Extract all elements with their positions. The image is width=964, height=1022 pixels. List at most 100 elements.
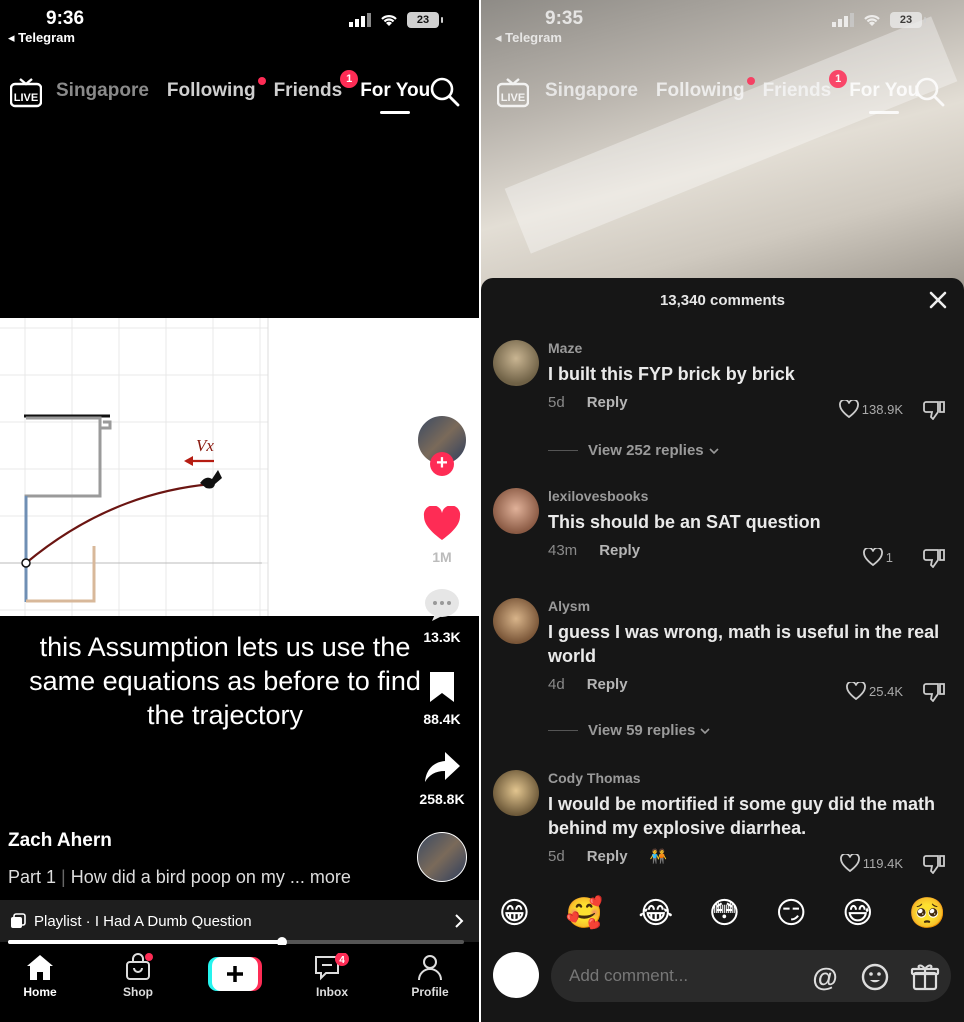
create-button[interactable] xyxy=(208,957,262,991)
share-button[interactable]: 258.8K xyxy=(410,750,474,807)
back-to-app-link[interactable]: ◂ Telegram xyxy=(495,30,562,46)
comment-text: I would be mortified if some guy did the… xyxy=(548,794,936,838)
comment-text: I built this FYP brick by brick xyxy=(548,364,795,384)
live-icon[interactable]: LIVE xyxy=(10,78,42,108)
tab-following[interactable]: Following xyxy=(656,77,755,102)
playlist-icon xyxy=(11,913,26,928)
comment-like-count: 119.4K xyxy=(862,855,903,871)
author-name[interactable]: Zach Ahern xyxy=(8,830,112,852)
nav-home-label: Home xyxy=(23,985,57,999)
tab-singapore[interactable]: Singapore xyxy=(545,80,638,102)
reply-button[interactable]: Reply xyxy=(587,848,628,865)
emoji-hearts[interactable]: 🥰 xyxy=(565,896,602,931)
video-description[interactable]: Part 1 | How did a bird poop on my ... m… xyxy=(8,867,351,888)
emoji-flushed[interactable]: 😳 xyxy=(709,896,740,931)
dislike-icon[interactable] xyxy=(923,548,945,568)
feed-tabs: Singapore Following Friends 1 For You xyxy=(545,70,919,114)
emoji-picker-icon[interactable] xyxy=(860,962,890,992)
video-progress-bar[interactable] xyxy=(8,937,464,947)
comment-like-button[interactable]: 119.4K xyxy=(839,854,903,872)
emoji-grin[interactable]: 😁 xyxy=(499,896,530,931)
view-replies-label: View 252 replies xyxy=(588,442,704,459)
add-comment-input[interactable] xyxy=(551,950,951,1002)
close-icon[interactable] xyxy=(928,290,948,310)
playlist-label: Playlist · I Had A Dumb Question xyxy=(34,912,252,930)
bookmark-button[interactable]: 88.4K xyxy=(410,670,474,727)
emoji-quick-bar: 😁 🥰 😂 😳 😏 😅 🥺 xyxy=(481,896,964,931)
commenter-avatar[interactable] xyxy=(493,340,539,386)
video-frame[interactable]: Vx xyxy=(0,318,479,616)
commenter-name[interactable]: lexilovesbooks xyxy=(548,488,948,504)
top-navigation: LIVE Singapore Following Friends 1 For Yo… xyxy=(0,70,479,120)
emoji-smirk[interactable]: 😏 xyxy=(775,896,806,931)
follow-button[interactable]: + xyxy=(430,452,454,476)
nav-profile[interactable]: Profile xyxy=(390,953,470,999)
view-replies-link[interactable]: View 252 replies xyxy=(548,442,720,459)
shopping-bag-icon xyxy=(126,953,153,980)
comment-like-button[interactable]: 138.9K xyxy=(838,400,903,418)
heart-outline-icon xyxy=(839,854,860,872)
feed-tabs: Singapore Following Friends 1 For You xyxy=(56,70,430,114)
reply-button[interactable]: Reply xyxy=(587,676,628,693)
my-avatar[interactable] xyxy=(493,952,539,998)
dislike-icon[interactable] xyxy=(923,682,945,702)
search-icon[interactable] xyxy=(429,76,461,108)
wifi-icon xyxy=(864,15,880,26)
status-bar: 9:35 ◂ Telegram 23 xyxy=(481,6,964,46)
comment-like-button[interactable]: 1 xyxy=(862,548,893,566)
description-text: How did a bird poop on my ... more xyxy=(70,867,351,887)
dislike-icon[interactable] xyxy=(923,854,945,874)
heart-outline-icon xyxy=(846,682,866,700)
comment-like-button[interactable]: 25.4K xyxy=(846,682,903,700)
tab-for-you[interactable]: For You xyxy=(849,80,919,114)
view-replies-link[interactable]: View 59 replies xyxy=(548,722,711,739)
emoji-joy[interactable]: 😂 xyxy=(638,896,673,931)
heart-outline-icon xyxy=(862,548,883,566)
tab-following-label: Following xyxy=(166,80,256,101)
nav-home[interactable]: Home xyxy=(0,953,80,999)
mention-icon[interactable]: @ xyxy=(810,962,840,992)
like-button[interactable]: 1M xyxy=(410,505,474,565)
heart-outline-icon xyxy=(838,400,859,418)
playlist-bar[interactable]: Playlist · I Had A Dumb Question xyxy=(0,900,479,942)
comment-button[interactable]: 13.3K xyxy=(410,588,474,645)
tab-friends[interactable]: Friends 1 xyxy=(763,70,848,102)
creator-avatar[interactable]: + xyxy=(410,414,474,476)
bottom-navigation: Home Shop 4 Inbox Profile xyxy=(0,945,479,1022)
dislike-icon[interactable] xyxy=(923,400,945,420)
nav-inbox[interactable]: 4 Inbox xyxy=(292,953,372,999)
sound-disc[interactable] xyxy=(410,832,474,882)
emoji-pleading[interactable]: 🥺 xyxy=(909,896,946,931)
nav-shop[interactable]: Shop xyxy=(98,953,178,999)
emoji-sweat-smile[interactable]: 😅 xyxy=(842,896,873,931)
commenter-name[interactable]: Cody Thomas xyxy=(548,770,948,786)
tab-singapore[interactable]: Singapore xyxy=(56,80,149,102)
svg-text:LIVE: LIVE xyxy=(501,92,525,104)
tab-friends[interactable]: Friends 1 xyxy=(274,70,359,102)
bookmark-count: 88.4K xyxy=(423,711,461,727)
live-icon[interactable]: LIVE xyxy=(497,78,529,108)
profile-icon xyxy=(418,955,442,981)
svg-text:LIVE: LIVE xyxy=(14,92,38,104)
nav-shop-label: Shop xyxy=(123,985,153,999)
reply-button[interactable]: Reply xyxy=(599,542,640,559)
back-to-app-link[interactable]: ◂ Telegram xyxy=(8,30,75,46)
tab-for-you[interactable]: For You xyxy=(360,80,430,114)
comment-text: I guess I was wrong, math is useful in t… xyxy=(548,622,940,666)
chevron-right-icon xyxy=(455,914,464,928)
tab-following[interactable]: Following xyxy=(166,77,266,102)
comments-sheet: 13,340 comments Maze I built this FYP br… xyxy=(481,278,964,1022)
gift-icon[interactable] xyxy=(910,962,940,992)
search-icon[interactable] xyxy=(914,76,946,108)
reply-button[interactable]: Reply xyxy=(587,394,628,411)
comment-item: Cody Thomas I would be mortified if some… xyxy=(493,770,953,880)
commenter-name[interactable]: Maze xyxy=(548,340,948,356)
creator-liked-icon: 🧑‍🤝‍🧑 xyxy=(649,848,667,864)
commenter-avatar[interactable] xyxy=(493,598,539,644)
comment-like-count: 138.9K xyxy=(861,401,903,417)
comment-item: lexilovesbooks This should be an SAT que… xyxy=(493,488,953,578)
commenter-avatar[interactable] xyxy=(493,488,539,534)
status-time: 9:36 xyxy=(46,8,85,29)
commenter-avatar[interactable] xyxy=(493,770,539,816)
commenter-name[interactable]: Alysm xyxy=(548,598,948,614)
